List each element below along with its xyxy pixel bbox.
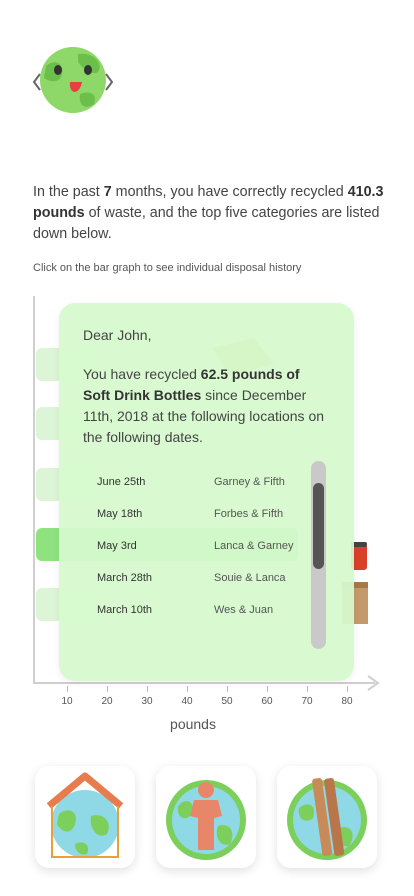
earth-wood-icon [287,778,367,860]
x-tick-label: 30 [141,696,153,707]
x-tick [347,686,348,692]
history-row: May 3rd Lanca & Garney [97,540,317,560]
category-card-person[interactable] [156,766,256,868]
x-tick [187,686,188,692]
history-row: June 25th Garney & Fifth [97,476,317,496]
category-card-wood[interactable] [277,766,377,868]
x-axis-label: pounds [170,716,216,732]
history-row: May 18th Forbes & Fifth [97,508,317,528]
history-row: March 28th Souie & Lanca [97,572,317,592]
x-tick [107,686,108,692]
greeting: Dear John, [83,327,152,343]
history-location: Souie & Lanca [214,572,286,584]
x-tick [307,686,308,692]
history-date: March 28th [97,572,153,584]
chart-hint: Click on the bar graph to see individual… [33,262,302,274]
history-date: May 18th [97,508,143,520]
x-tick [267,686,268,692]
x-tick [67,686,68,692]
history-location: Garney & Fifth [214,476,285,488]
x-tick-label: 20 [101,696,113,707]
category-card-house[interactable] [35,766,135,868]
history-date: March 10th [97,604,153,616]
x-tick-label: 10 [61,696,73,707]
history-location: Forbes & Fifth [214,508,284,520]
x-tick-label: 40 [181,696,193,707]
summary-text: In the past 7 months, you have correctly… [33,184,384,242]
x-tick [227,686,228,692]
x-tick-label: 70 [301,696,313,707]
earth-person-icon [166,780,246,860]
history-location: Lanca & Garney [214,540,294,552]
x-tick-label: 50 [221,696,233,707]
popup-message: You have recycled 62.5 pounds of Soft Dri… [83,366,325,445]
history-date: June 25th [97,476,146,488]
x-axis-arrow-icon [367,675,380,691]
x-tick-label: 80 [341,696,353,707]
x-tick-label: 60 [261,696,273,707]
x-tick [147,686,148,692]
scrollbar-thumb[interactable] [313,483,324,569]
disposal-history-popup: Dear John, You have recycled 62.5 pounds… [59,303,354,681]
history-date: May 3rd [97,540,137,552]
y-axis [33,296,35,684]
x-axis [33,682,375,684]
earth-house-icon [46,772,124,858]
history-row: March 10th Wes & Juan [97,604,317,624]
earth-mascot-icon [32,47,114,113]
history-location: Wes & Juan [214,604,274,616]
